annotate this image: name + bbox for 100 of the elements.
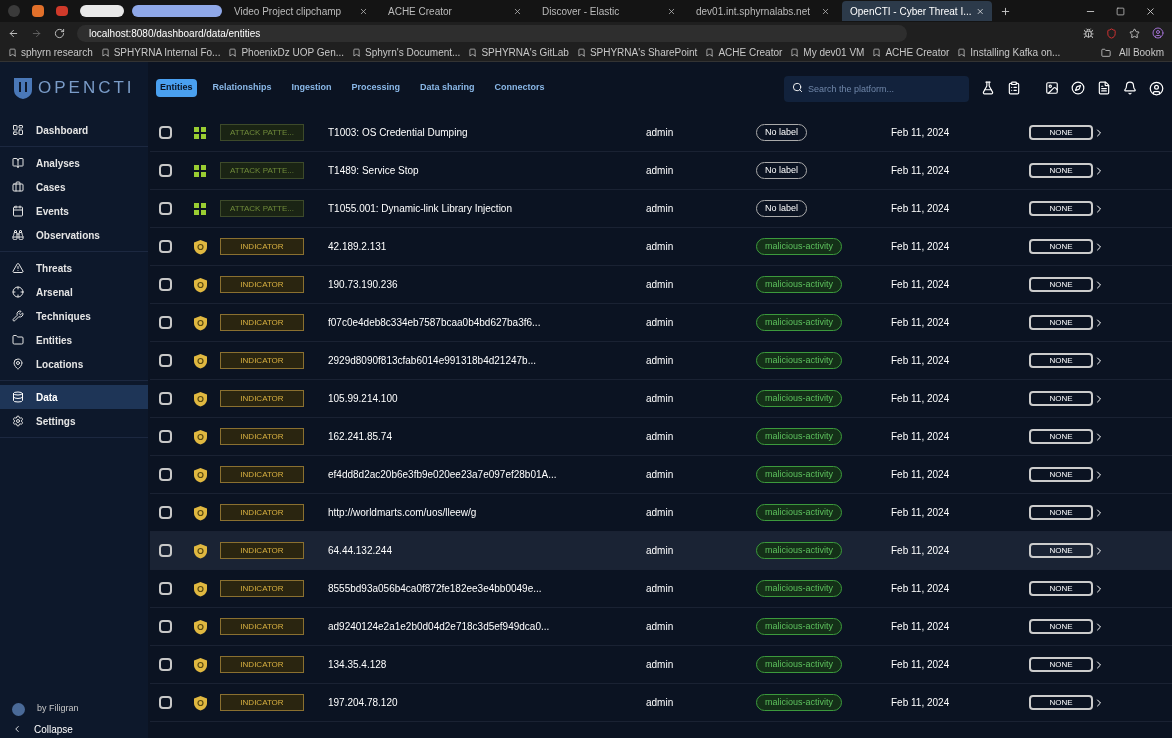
sidebar-item[interactable]: Cases bbox=[0, 175, 148, 199]
checkbox[interactable] bbox=[158, 164, 172, 177]
entity-name[interactable]: T1055.001: Dynamic-link Library Injection bbox=[304, 201, 646, 216]
collapse-button[interactable]: Collapse bbox=[0, 720, 148, 738]
entity-name[interactable]: 134.35.4.128 bbox=[304, 657, 646, 672]
type-chip: ATTACK PATTE... bbox=[220, 124, 304, 141]
sidebar-item[interactable]: Locations bbox=[0, 352, 148, 376]
sidebar-item[interactable]: Entities bbox=[0, 328, 148, 352]
browser-tab[interactable]: Video Project clipchamp bbox=[226, 1, 376, 21]
notification-icon[interactable] bbox=[1123, 81, 1137, 95]
bookmark[interactable]: ACHE Creator bbox=[885, 45, 950, 60]
entity-name[interactable]: 2929d8090f813cfab6014e991318b4d21247b... bbox=[304, 353, 646, 368]
address-bar[interactable]: localhost:8080/dashboard/data/entities bbox=[77, 24, 907, 42]
nav-tab[interactable]: Connectors bbox=[490, 79, 549, 97]
shield-icon bbox=[192, 656, 208, 673]
browser-tab[interactable]: Discover - Elastic bbox=[534, 1, 684, 21]
checkbox[interactable] bbox=[158, 544, 172, 557]
close-icon[interactable] bbox=[359, 6, 368, 16]
entity-name[interactable]: 190.73.190.236 bbox=[304, 277, 646, 292]
checkbox[interactable] bbox=[158, 582, 172, 595]
checkbox[interactable] bbox=[158, 126, 172, 139]
bookmark[interactable]: SPHYRNA's SharePoint bbox=[589, 45, 698, 60]
profile-icon[interactable] bbox=[1152, 27, 1164, 39]
sidebar-item[interactable]: Arsenal bbox=[0, 280, 148, 304]
entity-name[interactable]: 42.189.2.131 bbox=[304, 239, 646, 254]
close-icon[interactable] bbox=[513, 6, 522, 16]
entity-name[interactable]: ad9240124e2a1e2b0d04d2e718c3d5ef949dca0... bbox=[304, 619, 646, 634]
extension-icon[interactable] bbox=[1083, 27, 1094, 39]
sidebar-item[interactable]: Data bbox=[0, 385, 148, 409]
browser-tab[interactable]: ACHE Creator bbox=[380, 1, 530, 21]
checkbox[interactable] bbox=[158, 316, 172, 329]
label-chip: malicious-activity bbox=[756, 465, 842, 484]
pinned-tab[interactable] bbox=[132, 5, 222, 17]
new-tab-icon[interactable] bbox=[1000, 5, 1011, 17]
close-icon[interactable] bbox=[975, 6, 984, 16]
entity-name[interactable]: http://worldmarts.com/uos/lleew/g bbox=[304, 505, 646, 520]
reload-icon[interactable] bbox=[54, 27, 65, 39]
browser-tab[interactable]: OpenCTI - Cyber Threat I... bbox=[842, 1, 992, 21]
search-field[interactable]: Search the platform... bbox=[784, 76, 969, 102]
marking-chip: NONE bbox=[1029, 619, 1093, 634]
pinned-tab[interactable] bbox=[80, 5, 124, 17]
user-icon[interactable] bbox=[1149, 80, 1164, 96]
sidebar-item[interactable]: Techniques bbox=[0, 304, 148, 328]
all-bookmarks[interactable]: All Bookm bbox=[1119, 45, 1164, 60]
checkbox[interactable] bbox=[158, 354, 172, 367]
entity-name[interactable]: 8555bd93a056b4ca0f872fe182ee3e4bb0049e... bbox=[304, 581, 646, 596]
sidebar-item[interactable]: Settings bbox=[0, 409, 148, 433]
checkbox[interactable] bbox=[158, 696, 172, 709]
close-icon[interactable] bbox=[667, 6, 676, 16]
entity-name[interactable]: T1003: OS Credential Dumping bbox=[304, 125, 646, 140]
nav-tab[interactable]: Processing bbox=[347, 79, 405, 97]
bookmark[interactable]: Sphyrn's Document... bbox=[365, 45, 461, 60]
nav-tab[interactable]: Ingestion bbox=[287, 79, 336, 97]
maximize-icon[interactable] bbox=[1116, 6, 1125, 16]
nav-tab[interactable]: Data sharing bbox=[416, 79, 479, 97]
bookmark[interactable]: ACHE Creator bbox=[718, 45, 783, 60]
bookmark-star-icon[interactable] bbox=[1129, 27, 1140, 39]
entity-name[interactable]: T1489: Service Stop bbox=[304, 163, 646, 178]
browser-tab[interactable]: dev01.int.sphyrnalabs.net bbox=[688, 1, 838, 21]
bookmark[interactable]: My dev01 VM bbox=[803, 45, 865, 60]
back-icon[interactable] bbox=[8, 27, 19, 39]
file-icon[interactable] bbox=[1097, 81, 1111, 95]
bookmark[interactable]: SPHYRNA's GitLab bbox=[481, 45, 569, 60]
sidebar-item[interactable]: Observations bbox=[0, 223, 148, 247]
bookmark-icon bbox=[872, 48, 882, 57]
checkbox[interactable] bbox=[158, 240, 172, 253]
bookmark[interactable]: PhoenixDz UOP Gen... bbox=[241, 45, 345, 60]
checkbox[interactable] bbox=[158, 430, 172, 443]
clipboard-icon[interactable] bbox=[1007, 81, 1021, 95]
close-icon[interactable] bbox=[1145, 5, 1156, 17]
creator-text: admin bbox=[646, 202, 675, 216]
checkbox[interactable] bbox=[158, 620, 172, 633]
entity-name[interactable]: 105.99.214.100 bbox=[304, 391, 646, 406]
bookmark[interactable]: Installing Kafka on... bbox=[970, 45, 1061, 60]
entity-name[interactable]: 64.44.132.244 bbox=[304, 543, 646, 558]
flask-icon[interactable] bbox=[981, 81, 995, 95]
image-icon[interactable] bbox=[1045, 81, 1059, 95]
creator-text: admin bbox=[646, 582, 675, 596]
bookmark[interactable]: sphyrn research bbox=[21, 45, 93, 60]
entity-name[interactable]: 162.241.85.74 bbox=[304, 429, 646, 444]
sidebar-item[interactable]: Dashboard bbox=[0, 118, 148, 142]
entity-name[interactable]: f07c0e4deb8c334eb7587bcaa0b4bd627ba3f6... bbox=[304, 315, 646, 330]
checkbox[interactable] bbox=[158, 468, 172, 481]
date-text: Feb 11, 2024 bbox=[891, 658, 951, 672]
sidebar-item[interactable]: Analyses bbox=[0, 151, 148, 175]
checkbox[interactable] bbox=[158, 278, 172, 291]
compass-icon[interactable] bbox=[1071, 81, 1085, 95]
entity-name[interactable]: 197.204.78.120 bbox=[304, 695, 646, 710]
close-icon[interactable] bbox=[821, 6, 830, 16]
nav-tab[interactable]: Entities bbox=[156, 79, 197, 97]
checkbox[interactable] bbox=[158, 392, 172, 405]
checkbox[interactable] bbox=[158, 202, 172, 215]
bookmark[interactable]: SPHYRNA Internal Fo... bbox=[113, 45, 221, 60]
row-highlight[interactable]: INDICATOR 64.44.132.244 admin malicious-activity Feb 11, 2024 NONE bbox=[150, 532, 1172, 570]
nav-tab[interactable]: Relationships bbox=[208, 79, 276, 97]
checkbox[interactable] bbox=[158, 658, 172, 671]
sidebar-item[interactable]: Threats bbox=[0, 256, 148, 280]
entity-name[interactable]: ef4dd8d2ac20b6e3fb9e020ee23a7e097ef28b01A... bbox=[304, 467, 646, 482]
sidebar-item[interactable]: Events bbox=[0, 199, 148, 223]
checkbox[interactable] bbox=[158, 506, 172, 519]
